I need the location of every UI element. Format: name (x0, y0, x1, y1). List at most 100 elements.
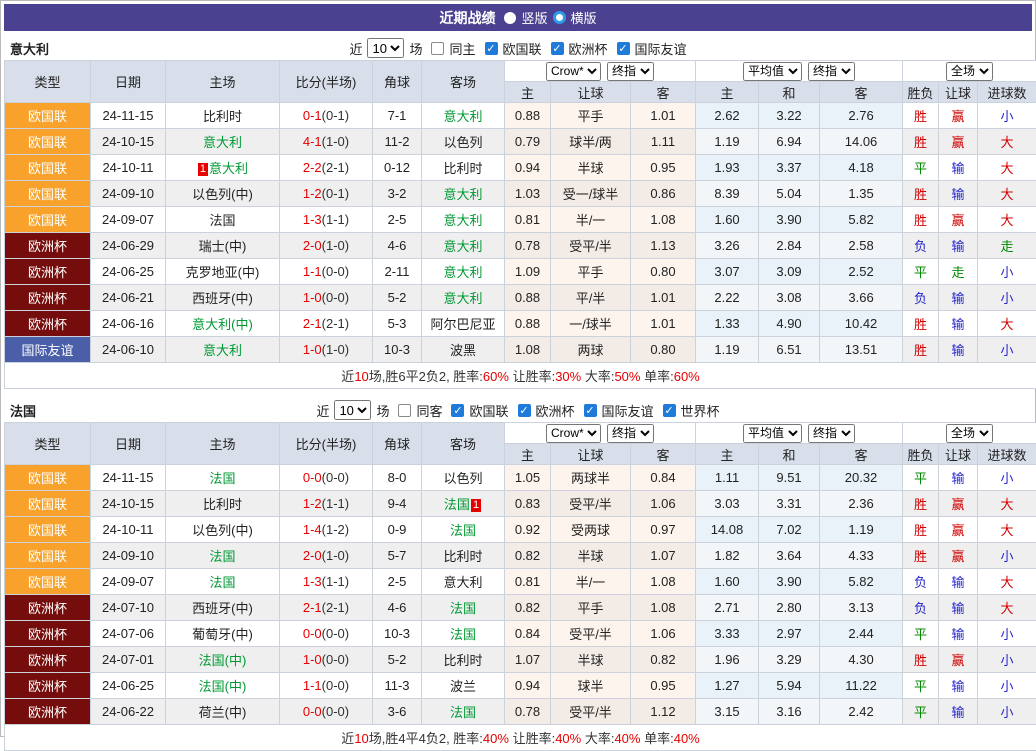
odds-away-cell: 0.95 (631, 673, 696, 699)
avg-draw-cell: 3.90 (759, 207, 820, 233)
sub-column-header-4: 和 (759, 82, 820, 103)
avg-dropdown-group: 平均值终指 (696, 423, 903, 444)
result-cell: 负 (903, 569, 939, 595)
date-cell: 24-10-15 (91, 129, 166, 155)
away-team-name: 法国 (450, 601, 476, 616)
league-checkbox-1[interactable]: ✓ (518, 404, 531, 417)
home-team-cell: 荷兰(中) (166, 699, 280, 725)
home-team-cell: 法国 (166, 543, 280, 569)
title-bar: 近期战绩 竖版 横版 (4, 4, 1032, 31)
odds-company-select[interactable]: Crow* (546, 424, 601, 443)
avg-home-cell: 1.33 (696, 311, 759, 337)
away-team-name: 阿尔巴尼亚 (430, 317, 495, 332)
same-venue-checkbox[interactable] (431, 42, 444, 55)
handicap-cell: 半/一 (551, 569, 631, 595)
league-label-2: 国际友谊 (602, 401, 654, 420)
odds-home-cell: 0.82 (505, 595, 551, 621)
corner-cell: 5-2 (373, 647, 422, 673)
summary-row: 近10场,胜4平4负2, 胜率:40% 让胜率:40% 大率:40% 单率:40… (5, 725, 1036, 751)
avg-dropdown-group: 平均值终指 (696, 61, 903, 82)
score-cell: 2-0(1-0) (280, 543, 373, 569)
same-venue-checkbox[interactable] (398, 404, 411, 417)
league-checkbox-2[interactable]: ✓ (617, 42, 630, 55)
odds-stage-select[interactable]: 终指 (607, 62, 654, 81)
goals-result-cell: 大 (978, 207, 1036, 233)
date-cell: 24-06-25 (91, 673, 166, 699)
recent-count-select[interactable]: 10 (334, 400, 371, 420)
table-row: 欧洲杯24-07-10西班牙(中)2-1(2-1)4-6法国0.82平手1.08… (5, 595, 1036, 621)
date-cell: 24-10-11 (91, 517, 166, 543)
scope-select[interactable]: 全场 (946, 62, 993, 81)
goals-result-cell: 小 (978, 647, 1036, 673)
league-checkbox-1[interactable]: ✓ (551, 42, 564, 55)
avg-stage-select[interactable]: 终指 (808, 424, 855, 443)
layout-radio-vertical[interactable] (504, 12, 516, 24)
table-row: 欧洲杯24-06-16意大利(中)2-1(2-1)5-3阿尔巴尼亚0.88一/球… (5, 311, 1036, 337)
table-row: 欧洲杯24-06-25法国(中)1-1(0-0)11-3波兰0.94球半0.95… (5, 673, 1036, 699)
avg-away-cell: 2.58 (820, 233, 903, 259)
away-team-cell: 法国 (422, 517, 505, 543)
halftime-score: (1-0) (322, 342, 349, 357)
league-checkbox-2[interactable]: ✓ (584, 404, 597, 417)
column-header-5: 客场 (422, 61, 505, 103)
column-header-5: 客场 (422, 423, 505, 465)
home-team-cell: 法国(中) (166, 673, 280, 699)
scope-select[interactable]: 全场 (946, 424, 993, 443)
handicap-result-cell: 赢 (939, 543, 978, 569)
result-cell: 平 (903, 699, 939, 725)
avg-home-cell: 1.11 (696, 465, 759, 491)
handicap-result-cell: 赢 (939, 517, 978, 543)
halftime-score: (1-0) (322, 548, 349, 563)
league-checkbox-0[interactable]: ✓ (451, 404, 464, 417)
avg-select[interactable]: 平均值 (743, 62, 802, 81)
home-team-name: 比利时 (203, 109, 242, 124)
home-team-name: 意大利 (203, 343, 242, 358)
goals-result-cell: 大 (978, 129, 1036, 155)
league-checkbox-0[interactable]: ✓ (485, 42, 498, 55)
halftime-score: (2-1) (322, 316, 349, 331)
odds-home-cell: 1.03 (505, 181, 551, 207)
result-cell: 胜 (903, 181, 939, 207)
sections: 意大利近10场同主✓欧国联✓欧洲杯✓国际友谊类型日期主场比分(半场)角球客场Cr… (4, 36, 1032, 751)
odds-home-cell: 1.07 (505, 647, 551, 673)
away-team-cell: 意大利 (422, 233, 505, 259)
avg-away-cell: 3.66 (820, 285, 903, 311)
odds-company-select[interactable]: Crow* (546, 62, 601, 81)
avg-draw-cell: 2.80 (759, 595, 820, 621)
date-cell: 24-09-10 (91, 543, 166, 569)
away-team-name: 法国 (450, 523, 476, 538)
away-team-cell: 比利时 (422, 647, 505, 673)
recent-count-select[interactable]: 10 (367, 38, 404, 58)
avg-select[interactable]: 平均值 (743, 424, 802, 443)
away-team-cell: 法国 (422, 621, 505, 647)
avg-away-cell: 4.18 (820, 155, 903, 181)
date-cell: 24-06-29 (91, 233, 166, 259)
sub-column-header-1: 让球 (551, 444, 631, 465)
team-section-0: 意大利近10场同主✓欧国联✓欧洲杯✓国际友谊类型日期主场比分(半场)角球客场Cr… (4, 36, 1032, 389)
odds-stage-select[interactable]: 终指 (607, 424, 654, 443)
odds-away-cell: 1.13 (631, 233, 696, 259)
avg-home-cell: 1.19 (696, 337, 759, 363)
home-team-cell: 1意大利 (166, 155, 280, 181)
corner-cell: 5-2 (373, 285, 422, 311)
avg-draw-cell: 2.97 (759, 621, 820, 647)
avg-home-cell: 1.19 (696, 129, 759, 155)
avg-away-cell: 11.22 (820, 673, 903, 699)
result-cell: 胜 (903, 491, 939, 517)
avg-away-cell: 4.30 (820, 647, 903, 673)
result-cell: 平 (903, 465, 939, 491)
table-row: 欧国联24-11-15法国0-0(0-0)8-0以色列1.05两球半0.841.… (5, 465, 1036, 491)
summary-segment: 40% (614, 731, 640, 746)
corner-cell: 0-9 (373, 517, 422, 543)
layout-radio-horizontal[interactable] (553, 11, 566, 24)
avg-stage-select[interactable]: 终指 (808, 62, 855, 81)
handicap-cell: 半球 (551, 647, 631, 673)
avg-draw-cell: 9.51 (759, 465, 820, 491)
league-checkbox-3[interactable]: ✓ (663, 404, 676, 417)
result-cell: 负 (903, 595, 939, 621)
sub-column-header-5: 客 (820, 444, 903, 465)
avg-away-cell: 14.06 (820, 129, 903, 155)
away-team-name: 意大利 (443, 239, 482, 254)
handicap-result-cell: 赢 (939, 129, 978, 155)
table-row: 欧国联24-10-11以色列(中)1-4(1-2)0-9法国0.92受两球0.9… (5, 517, 1036, 543)
